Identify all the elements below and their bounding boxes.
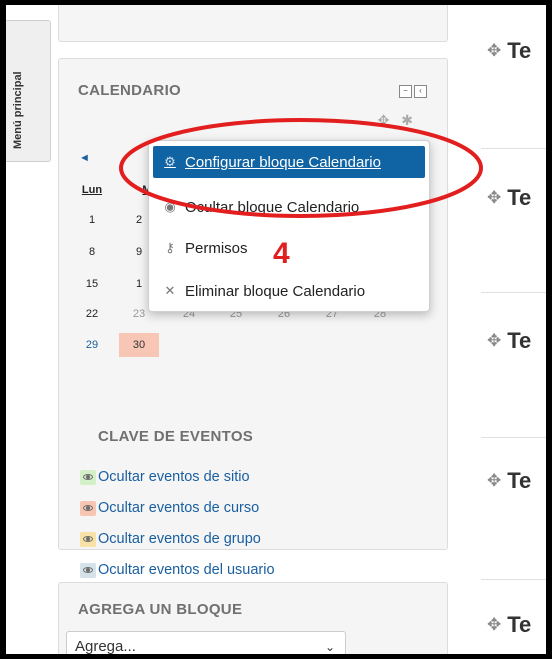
calendar-day[interactable]: 29 [77,339,107,351]
calendar-block-title: CALENDARIO [78,82,181,99]
separator [481,579,546,580]
separator [481,292,546,293]
calendar-day[interactable]: 15 [77,278,107,290]
calendar-day-today[interactable]: 30 [119,333,159,357]
highlight-ellipse-shape [119,118,483,218]
menu-item-label: Eliminar bloque Calendario [185,282,366,300]
step-number-annotation: 4 [273,237,290,270]
add-block-select[interactable]: Agrega... ⌄ [66,631,346,654]
prev-month-arrow[interactable]: ◄ [79,152,90,164]
event-link-label: Ocultar eventos del usuario [98,562,275,578]
weekday-header-lun: Lun [81,184,103,196]
calendar-day[interactable]: 1 [77,214,107,226]
move-icon[interactable]: ✥ [487,188,501,208]
calendar-day[interactable]: 8 [77,246,107,258]
collapse-block-button[interactable]: − [399,85,412,98]
delete-calendar-block-item[interactable]: ✕ Eliminar bloque Calendario [153,275,425,307]
move-icon[interactable]: ✥ [487,331,501,351]
eye-icon [80,500,96,516]
eye-icon [80,531,96,547]
add-block-panel: AGREGA UN BLOQUE Agrega... ⌄ [58,582,448,654]
menu-item-label: Permisos [185,239,248,257]
hide-course-events-link[interactable]: Ocultar eventos de curso [80,500,259,516]
move-icon[interactable]: ✥ [487,615,501,635]
topic-heading[interactable]: ✥ Te [487,38,531,64]
hide-site-events-link[interactable]: Ocultar eventos de sitio [80,469,250,485]
eye-icon [80,469,96,485]
x-icon: ✕ [164,283,176,298]
move-icon[interactable]: ✥ [487,471,501,491]
event-link-label: Ocultar eventos de curso [98,500,260,516]
topic-heading[interactable]: ✥ Te [487,468,531,494]
dock-block-button[interactable]: ‹ [414,85,427,98]
calendar-day[interactable]: 22 [77,308,107,320]
highlight-ellipse [119,118,483,218]
topics-column: ✥ Te ✥ Te ✥ Te ✥ Te ✥ Te [471,5,546,654]
move-icon[interactable]: ✥ [487,41,501,61]
main-menu-tab-label: Menú principal [12,71,24,149]
event-link-label: Ocultar eventos de sitio [98,469,250,485]
event-link-label: Ocultar eventos de grupo [98,531,261,547]
add-block-title: AGREGA UN BLOQUE [78,601,243,618]
event-key-title: CLAVE DE EVENTOS [98,428,254,445]
topic-heading[interactable]: ✥ Te [487,612,531,638]
separator [481,148,546,149]
hide-group-events-link[interactable]: Ocultar eventos de grupo [80,531,261,547]
main-menu-tab[interactable]: Menú principal [6,20,51,162]
topic-heading[interactable]: ✥ Te [487,328,531,354]
block-controls: − ‹ [399,85,427,98]
add-block-select-value: Agrega... [75,638,136,654]
topic-heading[interactable]: ✥ Te [487,185,531,211]
hide-user-events-link[interactable]: Ocultar eventos del usuario [80,562,275,578]
page-frame: Menú principal CALENDARIO − ‹ ✥ ✱ ◄ Lun … [6,5,546,654]
key-icon: ⚷ [165,240,175,255]
separator [481,437,546,438]
eye-icon [80,562,96,578]
previous-block [58,5,448,42]
chevron-down-icon: ⌄ [324,640,335,654]
